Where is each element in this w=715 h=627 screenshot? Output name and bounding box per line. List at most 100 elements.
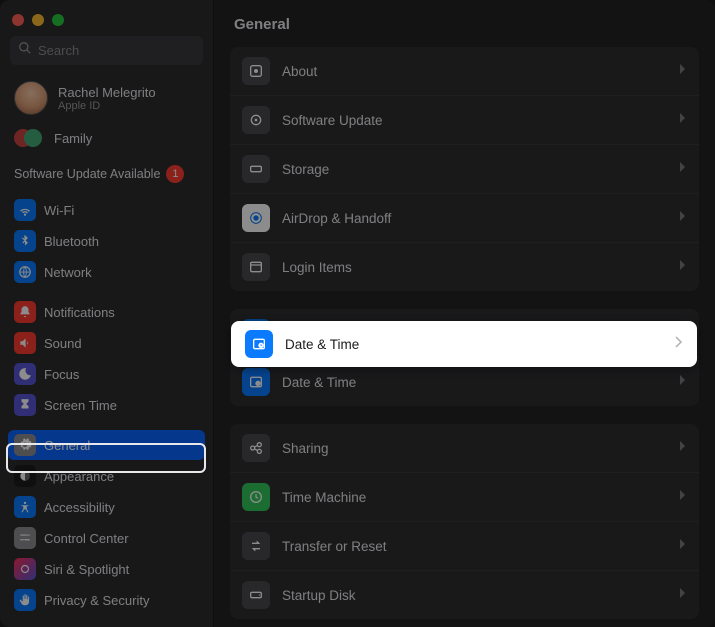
sidebar-item-label: Network xyxy=(44,265,92,280)
row-label: Sharing xyxy=(282,441,667,456)
apple-id-account[interactable]: Rachel Melegrito Apple ID xyxy=(0,75,213,121)
row-label: Login Items xyxy=(282,260,667,275)
chevron-right-icon xyxy=(679,160,687,178)
row-transfer-reset[interactable]: Transfer or Reset xyxy=(230,522,699,571)
page-title: General xyxy=(230,12,699,47)
sidebar-item-label: Focus xyxy=(44,367,79,382)
row-startup-disk[interactable]: Startup Disk xyxy=(230,571,699,619)
speaker-icon xyxy=(14,332,36,354)
sidebar-item-network[interactable]: Network xyxy=(8,257,205,287)
bluetooth-icon xyxy=(14,230,36,252)
airdrop-icon xyxy=(242,204,270,232)
sidebar: Rachel Melegrito Apple ID Family Softwar… xyxy=(0,0,214,627)
row-sharing[interactable]: Sharing xyxy=(230,424,699,473)
chevron-right-icon xyxy=(679,373,687,391)
sidebar-item-label: Wi-Fi xyxy=(44,203,74,218)
sidebar-item-control-center[interactable]: Control Center xyxy=(8,523,205,553)
row-label: Storage xyxy=(282,162,667,177)
clock-icon xyxy=(242,483,270,511)
row-time-machine[interactable]: Time Machine xyxy=(230,473,699,522)
search-field[interactable] xyxy=(10,36,203,65)
row-label: Date & Time xyxy=(285,337,663,352)
main-content: General About Software Update Storage Ai… xyxy=(214,0,715,627)
family-icon xyxy=(14,127,44,149)
sidebar-item-siri-spotlight[interactable]: Siri & Spotlight xyxy=(8,554,205,584)
search-icon xyxy=(18,41,38,60)
sidebar-item-wifi[interactable]: Wi-Fi xyxy=(8,195,205,225)
sidebar-item-label: Bluetooth xyxy=(44,234,99,249)
minimize-window-button[interactable] xyxy=(32,14,44,26)
family-label: Family xyxy=(54,131,92,146)
sidebar-item-label: Screen Time xyxy=(44,398,117,413)
siri-icon xyxy=(14,558,36,580)
chevron-right-icon xyxy=(679,111,687,129)
transfer-icon xyxy=(242,532,270,560)
sidebar-item-sound[interactable]: Sound xyxy=(8,328,205,358)
sidebar-item-focus[interactable]: Focus xyxy=(8,359,205,389)
sidebar-item-label: Appearance xyxy=(44,469,114,484)
account-sub: Apple ID xyxy=(58,100,156,112)
appearance-icon xyxy=(14,465,36,487)
row-label: About xyxy=(282,64,667,79)
sidebar-item-notifications[interactable]: Notifications xyxy=(8,297,205,327)
chevron-right-icon xyxy=(679,62,687,80)
sidebar-item-appearance[interactable]: Appearance xyxy=(8,461,205,491)
settings-group-3: Sharing Time Machine Transfer or Reset S… xyxy=(230,424,699,619)
row-airdrop-handoff[interactable]: AirDrop & Handoff xyxy=(230,194,699,243)
hourglass-icon xyxy=(14,394,36,416)
calendar-clock-icon xyxy=(245,330,273,358)
maximize-window-button[interactable] xyxy=(52,14,64,26)
window-controls xyxy=(0,8,213,36)
row-label: Startup Disk xyxy=(282,588,667,603)
moon-icon xyxy=(14,363,36,385)
share-icon xyxy=(242,434,270,462)
account-name: Rachel Melegrito xyxy=(58,85,156,100)
row-software-update[interactable]: Software Update xyxy=(230,96,699,145)
sidebar-nav: Wi-Fi Bluetooth Network Notifications So… xyxy=(0,191,213,619)
update-badge: 1 xyxy=(166,165,184,183)
family-row[interactable]: Family xyxy=(0,121,213,155)
sidebar-item-label: Privacy & Security xyxy=(44,593,149,608)
chevron-right-icon xyxy=(679,209,687,227)
row-label: Transfer or Reset xyxy=(282,539,667,554)
gear-icon xyxy=(242,106,270,134)
sidebar-item-label: Control Center xyxy=(44,531,129,546)
gear-icon xyxy=(14,434,36,456)
sidebar-item-privacy-security[interactable]: Privacy & Security xyxy=(8,585,205,615)
row-label: Software Update xyxy=(282,113,667,128)
system-settings-window: Rachel Melegrito Apple ID Family Softwar… xyxy=(0,0,715,627)
sliders-icon xyxy=(14,527,36,549)
close-window-button[interactable] xyxy=(12,14,24,26)
chevron-right-icon xyxy=(679,258,687,276)
sidebar-item-label: Siri & Spotlight xyxy=(44,562,129,577)
sidebar-item-label: General xyxy=(44,438,90,453)
row-about[interactable]: About xyxy=(230,47,699,96)
sidebar-item-screen-time[interactable]: Screen Time xyxy=(8,390,205,420)
chevron-right-icon xyxy=(679,439,687,457)
sidebar-item-label: Sound xyxy=(44,336,82,351)
bell-icon xyxy=(14,301,36,323)
search-input[interactable] xyxy=(38,43,195,58)
settings-group-1: About Software Update Storage AirDrop & … xyxy=(230,47,699,291)
highlight-date-time-row[interactable]: Date & Time xyxy=(231,321,697,367)
row-login-items[interactable]: Login Items xyxy=(230,243,699,291)
wifi-icon xyxy=(14,199,36,221)
row-storage[interactable]: Storage xyxy=(230,145,699,194)
sidebar-item-label: Notifications xyxy=(44,305,115,320)
software-update-available[interactable]: Software Update Available 1 xyxy=(0,155,213,191)
chevron-right-icon xyxy=(679,586,687,604)
row-label: Time Machine xyxy=(282,490,667,505)
disk-icon xyxy=(242,155,270,183)
network-icon xyxy=(14,261,36,283)
sidebar-item-general[interactable]: General xyxy=(8,430,205,460)
sidebar-item-bluetooth[interactable]: Bluetooth xyxy=(8,226,205,256)
hand-icon xyxy=(14,589,36,611)
disk-icon xyxy=(242,581,270,609)
chevron-right-icon xyxy=(679,488,687,506)
calendar-clock-icon xyxy=(242,368,270,396)
row-label: Date & Time xyxy=(282,375,667,390)
row-label: AirDrop & Handoff xyxy=(282,211,667,226)
sidebar-item-accessibility[interactable]: Accessibility xyxy=(8,492,205,522)
update-text: Software Update Available xyxy=(14,167,160,181)
accessibility-icon xyxy=(14,496,36,518)
